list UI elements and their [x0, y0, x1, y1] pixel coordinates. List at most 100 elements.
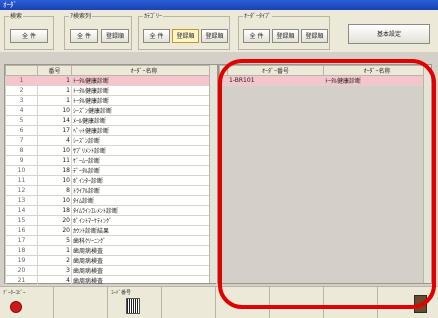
- order-row-name: 歯周病検査: [71, 245, 217, 256]
- order-row[interactable]: 12 8 ﾄﾗｲｱﾙ診断: [5, 185, 217, 196]
- order-row[interactable]: 10 18 ﾃﾞｰﾀﾙ診断: [5, 165, 217, 176]
- order-row-name: ｻﾌﾟﾘﾒﾝﾄ診断: [71, 145, 217, 156]
- order-row-code: 4: [37, 135, 72, 146]
- order-row-index: 8: [5, 145, 38, 156]
- order-row-index: 17: [5, 235, 38, 246]
- function-key-1[interactable]: ﾃﾞｰﾀｰｺﾋﾟｰ: [0, 287, 54, 318]
- function-key-3[interactable]: ｺｰﾄﾞ番号: [108, 287, 162, 318]
- order-row-index: 13: [5, 195, 38, 206]
- order-row-name: 歯周病検査: [71, 265, 217, 276]
- order-row-index: 1: [5, 75, 38, 86]
- search-all-button[interactable]: 全 件: [10, 29, 48, 43]
- column-order-button[interactable]: 登録順: [101, 29, 129, 43]
- order-row-name: ﾄｰﾀﾙ健康診断: [71, 95, 217, 106]
- column-search-group: ｱ検索列 全 件 登録順: [64, 11, 132, 50]
- order-row-code: 2: [37, 255, 72, 266]
- order-row[interactable]: 6 17 ﾍﾟｯﾄ健康診断: [5, 125, 217, 136]
- order-row[interactable]: 19 2 歯周病検査: [5, 255, 217, 266]
- function-key-6[interactable]: [270, 287, 324, 318]
- order-row-index: 12: [5, 185, 38, 196]
- selected-order-scrollbar[interactable]: [423, 65, 431, 283]
- order-row[interactable]: 16 20 ｶｳﾝﾄ診断結果: [5, 225, 217, 236]
- order-row-name: ﾀｲﾑﾗｲﾝｴﾚﾒﾝﾄ診断: [71, 205, 217, 216]
- order-row-name: 歯周病検査: [71, 275, 217, 286]
- order-type-all-button[interactable]: 全 件: [243, 29, 270, 43]
- order-list-scrollbar[interactable]: [209, 65, 217, 283]
- order-row-code: 18: [37, 205, 72, 216]
- order-row[interactable]: 4 10 ｼｰｽﾞﾝ健康診断: [5, 105, 217, 116]
- order-row-code: 8: [37, 185, 72, 196]
- function-key-2[interactable]: [54, 287, 108, 318]
- column-all-button[interactable]: 全 件: [70, 29, 98, 43]
- order-row-index: 16: [5, 225, 38, 236]
- order-type-order-button[interactable]: 登録順: [272, 29, 299, 43]
- order-row[interactable]: 18 1 歯周病検査: [5, 245, 217, 256]
- order-row[interactable]: 9 11 ｹﾞｰﾑｰ診断: [5, 155, 217, 166]
- order-row[interactable]: 21 4 歯周病検査: [5, 275, 217, 286]
- order-row[interactable]: 1 1 ﾄｰﾀﾙ健康診断: [5, 75, 217, 86]
- order-row-name: ｼｰｽﾞﾝ健康診断: [71, 105, 217, 116]
- function-key-1-label: ﾃﾞｰﾀｰｺﾋﾟｰ: [3, 290, 26, 296]
- order-row-index: 6: [5, 125, 38, 136]
- order-row[interactable]: 8 10 ｻﾌﾟﾘﾒﾝﾄ診断: [5, 145, 217, 156]
- order-row-index: 19: [5, 255, 38, 266]
- order-row-code: 4: [37, 275, 72, 286]
- order-row[interactable]: 3 1 ﾄｰﾀﾙ健康診断: [5, 95, 217, 106]
- selected-column-header-blank: [219, 65, 228, 76]
- order-row[interactable]: 14 18 ﾀｲﾑﾗｲﾝｴﾚﾒﾝﾄ診断: [5, 205, 217, 216]
- order-row[interactable]: 11 10 ﾎﾟｲﾝﾀｰ診断: [5, 175, 217, 186]
- selected-order-row[interactable]: 1-BR101 ﾄｰﾀﾙ健康診断: [219, 75, 431, 86]
- order-row[interactable]: 15 20 ﾎﾟｲﾝﾄﾏｰｹﾃｨﾝｸﾞ: [5, 215, 217, 226]
- red-circle-icon: [10, 301, 22, 313]
- order-row[interactable]: 5 14 ﾒｰﾙ健康診断: [5, 115, 217, 126]
- category-all-button[interactable]: 全 件: [143, 29, 170, 43]
- order-row-code: 17: [37, 125, 72, 136]
- order-list-panel: 番号 ｵｰﾀﾞｰ名称 1 1 ﾄｰﾀﾙ健康診断 2 1 ﾄｰﾀﾙ健康診断 3 1 ﾄｰﾀﾙ健康診…: [4, 64, 218, 296]
- column-header-index[interactable]: [5, 65, 38, 76]
- selected-order-table: ｵｰﾀﾞｰ番号 ｵｰﾀﾞｰ名称 1-BR101 ﾄｰﾀﾙ健康診断: [219, 65, 431, 86]
- selected-column-header-code[interactable]: ｵｰﾀﾞｰ番号: [227, 65, 324, 76]
- order-row-code: 1: [37, 75, 72, 86]
- order-row-code: 10: [37, 145, 72, 156]
- order-row-name: ﾒｰﾙ健康診断: [71, 115, 217, 126]
- order-row-index: 3: [5, 95, 38, 106]
- order-row-index: 18: [5, 245, 38, 256]
- search-group: 検索 全 件: [4, 11, 54, 50]
- order-row-code: 20: [37, 225, 72, 236]
- order-row-index: 21: [5, 275, 38, 286]
- order-row-index: 4: [5, 105, 38, 116]
- order-row[interactable]: 2 1 ﾄｰﾀﾙ健康診断: [5, 85, 217, 96]
- order-row[interactable]: 20 3 歯周病検査: [5, 265, 217, 276]
- function-key-8[interactable]: [378, 287, 438, 318]
- function-key-7[interactable]: [324, 287, 378, 318]
- column-header-name[interactable]: ｵｰﾀﾞｰ名称: [71, 65, 217, 76]
- function-key-3-label: ｺｰﾄﾞ番号: [111, 290, 132, 296]
- order-row-code: 20: [37, 215, 72, 226]
- order-row-index: 15: [5, 215, 38, 226]
- function-key-4[interactable]: [162, 287, 216, 318]
- function-key-5[interactable]: [216, 287, 270, 318]
- category-order-button[interactable]: 登録順: [172, 29, 199, 43]
- order-row-index: 10: [5, 165, 38, 176]
- order-type-order2-button[interactable]: 登録順: [301, 29, 328, 43]
- order-list-header-row: 番号 ｵｰﾀﾞｰ名称: [5, 65, 217, 76]
- order-type-group: ｵｰﾀﾞｰﾀｲﾌﾟ 全 件 登録順 登録順: [238, 11, 330, 50]
- bottom-function-bar: ﾃﾞｰﾀｰｺﾋﾟｰ ｺｰﾄﾞ番号: [0, 286, 438, 318]
- search-group-label: 検索: [9, 11, 24, 20]
- order-row[interactable]: 13 10 ﾀｲﾑ診断: [5, 195, 217, 206]
- order-row-index: 2: [5, 85, 38, 96]
- selected-column-header-name[interactable]: ｵｰﾀﾞｰ名称: [323, 65, 431, 76]
- order-row[interactable]: 7 4 ｼｰｽﾞﾝ診断: [5, 135, 217, 146]
- order-row[interactable]: 17 5 歯科ｸﾘｰﾆﾝｸﾞ: [5, 235, 217, 246]
- order-row-code: 10: [37, 105, 72, 116]
- order-row-index: 5: [5, 115, 38, 126]
- settings-button[interactable]: 基本設定: [348, 24, 430, 44]
- order-row-name: ﾄﾗｲｱﾙ診断: [71, 185, 217, 196]
- column-header-number[interactable]: 番号: [37, 65, 72, 76]
- order-row-index: 9: [5, 155, 38, 166]
- order-row-code: 1: [37, 95, 72, 106]
- order-row-code: 3: [37, 265, 72, 276]
- category-order2-button[interactable]: 登録順: [201, 29, 228, 43]
- order-row-code: 5: [37, 235, 72, 246]
- order-row-code: 18: [37, 165, 72, 176]
